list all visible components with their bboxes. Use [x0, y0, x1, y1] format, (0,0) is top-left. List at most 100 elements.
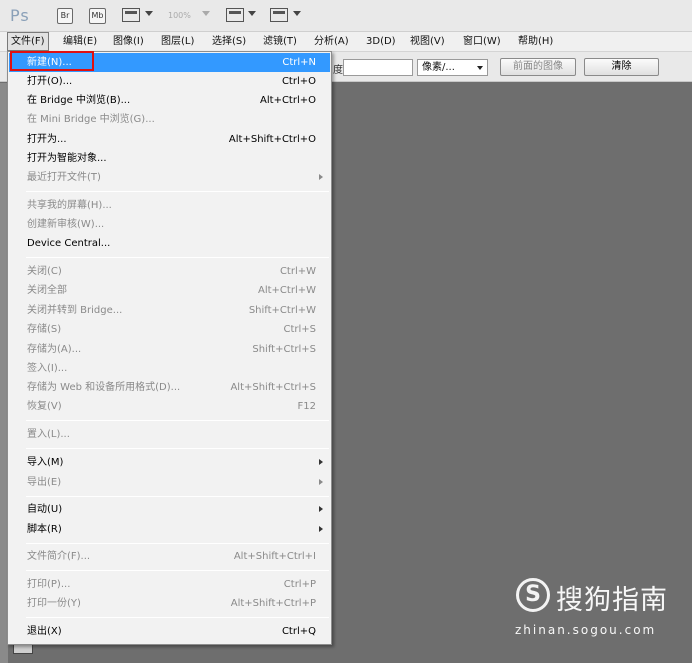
bridge-button[interactable]: Br — [57, 8, 73, 24]
view-extras-icon[interactable] — [122, 8, 140, 22]
menu-item-label: 创建新审核(W)... — [27, 219, 105, 230]
menu-item-shortcut: Ctrl+N — [282, 57, 316, 68]
zoom-dropdown-icon[interactable] — [202, 11, 210, 16]
menu-item-shortcut: Ctrl+Q — [281, 626, 316, 637]
menu-item-device-central[interactable]: Device Central... — [9, 234, 330, 253]
menu-image[interactable]: 图像(I) — [110, 32, 147, 51]
front-image-button[interactable]: 前面的图像 — [500, 58, 576, 76]
menu-window[interactable]: 窗口(W) — [460, 32, 504, 51]
menu-item-place[interactable]: 置入(L)... — [9, 425, 330, 444]
mini-bridge-button[interactable]: Mb — [89, 8, 106, 24]
menu-separator — [26, 570, 329, 571]
menu-separator — [26, 617, 329, 618]
menu-item-shortcut: Ctrl+W — [279, 266, 316, 277]
menu-item-label: 退出(X) — [27, 626, 62, 637]
menu-item-automate[interactable]: 自动(U) — [9, 500, 330, 519]
screen-mode-icon[interactable] — [270, 8, 288, 22]
menu-item-open[interactable]: 打开(O)... Ctrl+O — [9, 72, 330, 91]
menu-item-import[interactable]: 导入(M) — [9, 453, 330, 472]
menu-3d[interactable]: 3D(D) — [363, 32, 399, 51]
clear-button[interactable]: 清除 — [584, 58, 659, 76]
menu-item-label: 关闭并转到 Bridge... — [27, 305, 123, 316]
menu-select[interactable]: 选择(S) — [209, 32, 249, 51]
menu-item-close-all[interactable]: 关闭全部 Alt+Ctrl+W — [9, 281, 330, 300]
menu-item-file-info[interactable]: 文件简介(F)... Alt+Shift+Ctrl+I — [9, 547, 330, 566]
arrange-documents-icon[interactable] — [226, 8, 244, 22]
screen-mode-dropdown-icon[interactable] — [293, 11, 301, 16]
submenu-arrow-icon — [319, 506, 323, 512]
arrange-dropdown-icon[interactable] — [248, 11, 256, 16]
menu-item-shortcut: Alt+Ctrl+O — [260, 95, 316, 106]
menu-item-label: Device Central... — [27, 238, 111, 249]
menu-item-label: 在 Mini Bridge 中浏览(G)... — [27, 114, 155, 125]
menu-layer[interactable]: 图层(L) — [158, 32, 197, 51]
menu-item-browse-bridge[interactable]: 在 Bridge 中浏览(B)... Alt+Ctrl+O — [9, 91, 330, 110]
menu-item-print[interactable]: 打印(P)... Ctrl+P — [9, 575, 330, 594]
menu-item-label: 脚本(R) — [27, 524, 62, 535]
menu-item-label: 自动(U) — [27, 504, 63, 515]
menu-analysis[interactable]: 分析(A) — [311, 32, 352, 51]
sogou-logo-icon: S — [516, 578, 550, 612]
unit-select[interactable]: 像素/... — [417, 59, 488, 76]
menu-item-browse-mini-bridge[interactable]: 在 Mini Bridge 中浏览(G)... — [9, 110, 330, 129]
menu-item-label: 导出(E) — [27, 477, 62, 488]
menu-item-label: 签入(I)... — [27, 363, 68, 374]
menu-edit[interactable]: 编辑(E) — [60, 32, 100, 51]
menu-item-label: 打开为智能对象... — [27, 153, 107, 164]
menu-item-save[interactable]: 存储(S) Ctrl+S — [9, 320, 330, 339]
menu-item-label: 打开为... — [27, 134, 67, 145]
menu-item-shortcut: Alt+Shift+Ctrl+P — [230, 598, 316, 609]
menu-item-close[interactable]: 关闭(C) Ctrl+W — [9, 262, 330, 281]
menu-item-label: 文件简介(F)... — [27, 551, 91, 562]
menu-item-label: 关闭全部 — [27, 285, 67, 296]
menu-item-export[interactable]: 导出(E) — [9, 473, 330, 492]
resolution-input[interactable] — [343, 59, 413, 76]
menu-bar: 文件(F) 编辑(E) 图像(I) 图层(L) 选择(S) 滤镜(T) 分析(A… — [0, 32, 692, 52]
menu-item-print-one-copy[interactable]: 打印一份(Y) Alt+Shift+Ctrl+P — [9, 594, 330, 613]
menu-separator — [26, 496, 329, 497]
zoom-level[interactable]: 100% — [168, 11, 191, 20]
menu-item-label: 关闭(C) — [27, 266, 62, 277]
menu-item-open-as[interactable]: 打开为... Alt+Shift+Ctrl+O — [9, 130, 330, 149]
menu-item-exit[interactable]: 退出(X) Ctrl+Q — [9, 622, 330, 641]
submenu-arrow-icon — [319, 526, 323, 532]
menu-item-label: 共享我的屏幕(H)... — [27, 200, 112, 211]
watermark-url: zhinan.sogou.com — [515, 623, 657, 637]
menu-item-share-screen[interactable]: 共享我的屏幕(H)... — [9, 196, 330, 215]
submenu-arrow-icon — [319, 459, 323, 465]
menu-file[interactable]: 文件(F) — [7, 32, 49, 51]
menu-item-shortcut: Alt+Ctrl+W — [258, 285, 316, 296]
menu-separator — [26, 420, 329, 421]
app-bar: Ps Br Mb 100% — [0, 0, 692, 32]
menu-item-recent-files[interactable]: 最近打开文件(T) — [9, 168, 330, 187]
menu-item-shortcut: Alt+Shift+Ctrl+I — [233, 551, 316, 562]
chevron-down-icon — [477, 66, 483, 70]
menu-item-close-go-bridge[interactable]: 关闭并转到 Bridge... Shift+Ctrl+W — [9, 301, 330, 320]
menu-item-check-in[interactable]: 签入(I)... — [9, 359, 330, 378]
annotation-highlight-box — [10, 51, 94, 71]
menu-item-scripts[interactable]: 脚本(R) — [9, 520, 330, 539]
menu-item-label: 打印(P)... — [27, 579, 71, 590]
menu-item-label: 最近打开文件(T) — [27, 172, 101, 183]
menu-item-shortcut: Alt+Shift+Ctrl+O — [228, 134, 316, 145]
menu-separator — [26, 191, 329, 192]
menu-item-label: 存储为(A)... — [27, 344, 82, 355]
menu-item-label: 打印一份(Y) — [27, 598, 81, 609]
menu-item-save-as[interactable]: 存储为(A)... Shift+Ctrl+S — [9, 340, 330, 359]
view-extras-dropdown-icon[interactable] — [145, 11, 153, 16]
menu-item-create-review[interactable]: 创建新审核(W)... — [9, 215, 330, 234]
menu-item-revert[interactable]: 恢复(V) F12 — [9, 397, 330, 416]
menu-item-shortcut: Ctrl+P — [283, 579, 316, 590]
menu-view[interactable]: 视图(V) — [407, 32, 448, 51]
menu-item-label: 导入(M) — [27, 457, 64, 468]
menu-item-label: 存储为 Web 和设备所用格式(D)... — [27, 382, 181, 393]
menu-item-label: 存储(S) — [27, 324, 62, 335]
menu-item-open-smart-object[interactable]: 打开为智能对象... — [9, 149, 330, 168]
menu-separator — [26, 448, 329, 449]
menu-help[interactable]: 帮助(H) — [515, 32, 556, 51]
menu-item-shortcut: F12 — [297, 401, 316, 412]
watermark-title: 搜狗指南 — [556, 585, 668, 616]
menu-filter[interactable]: 滤镜(T) — [260, 32, 300, 51]
menu-item-shortcut: Shift+Ctrl+W — [248, 305, 316, 316]
menu-item-save-for-web[interactable]: 存储为 Web 和设备所用格式(D)... Alt+Shift+Ctrl+S — [9, 378, 330, 397]
